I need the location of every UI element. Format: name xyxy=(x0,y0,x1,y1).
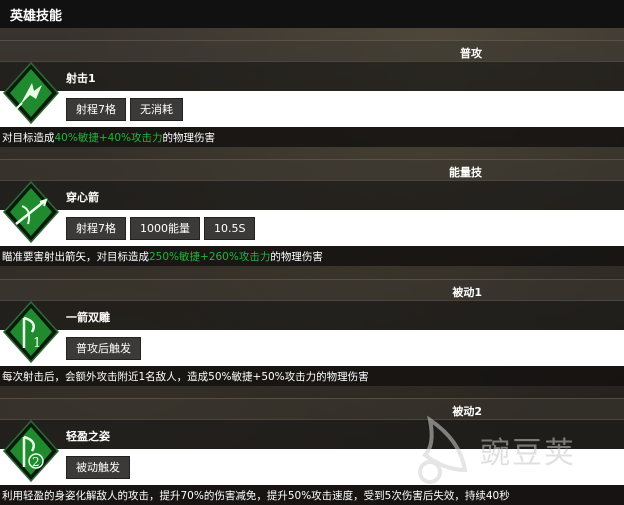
skill-tags-row: 普攻后触发 xyxy=(0,330,624,366)
skill-tags: 被动触发 xyxy=(66,456,130,479)
svg-text:1: 1 xyxy=(33,336,41,351)
skill-tag: 10.5S xyxy=(204,217,256,240)
section-header: 能量技 xyxy=(0,159,624,181)
skill-name-row: 一箭双雕 xyxy=(0,300,624,331)
skill-name: 轻盈之姿 xyxy=(66,430,110,443)
skill-section-passive-1: 被动1 一箭双雕 普攻后触发 每次射击后，会额外攻击附近1名敌人，造成50%敏捷… xyxy=(0,279,624,386)
skill-tags: 射程7格 1000能量 10.5S xyxy=(66,217,256,240)
skill-description: 瞄准要害射出箭矢，对目标造成250%敏捷+260%攻击力的物理伤害 xyxy=(2,251,323,263)
section-header: 普攻 xyxy=(0,40,624,62)
skill-tag: 普攻后触发 xyxy=(66,337,141,360)
skill-tag: 射程7格 xyxy=(66,98,126,121)
skill-name-row: 射击1 xyxy=(0,61,624,92)
section-category: 普攻 xyxy=(460,47,482,60)
skill-tag: 无消耗 xyxy=(130,98,183,121)
piercing-arrow-icon xyxy=(2,180,60,244)
skill-description-row: 每次射击后，会额外攻击附近1名敌人，造成50%敏捷+50%攻击力的物理伤害 xyxy=(0,366,624,386)
skill-description: 利用轻盈的身姿化解敌人的攻击，提升70%的伤害减免，提升50%攻击速度，受到5次… xyxy=(2,490,510,502)
section-category: 被动1 xyxy=(452,286,482,299)
skill-description: 每次射击后，会额外攻击附近1名敌人，造成50%敏捷+50%攻击力的物理伤害 xyxy=(2,371,369,383)
skill-name: 一箭双雕 xyxy=(66,311,110,324)
skill-tag: 被动触发 xyxy=(66,456,130,479)
watermark-text: 豌豆荚 xyxy=(480,436,576,471)
section-category: 能量技 xyxy=(449,166,482,179)
skill-description-row: 对目标造成40%敏捷+40%攻击力的物理伤害 xyxy=(0,127,624,147)
section-header: 被动1 xyxy=(0,279,624,301)
passive-2-icon: 2 xyxy=(2,419,60,483)
skill-tag: 1000能量 xyxy=(130,217,200,240)
skill-description: 对目标造成40%敏捷+40%攻击力的物理伤害 xyxy=(2,132,215,144)
svg-text:2: 2 xyxy=(32,455,40,469)
skill-tag: 射程7格 xyxy=(66,217,126,240)
passive-1-icon: 1 xyxy=(2,300,60,364)
skill-name-row: 穿心箭 xyxy=(0,180,624,211)
skill-tags-row: 射程7格 1000能量 10.5S xyxy=(0,210,624,246)
skill-tags-row: 射程7格 无消耗 xyxy=(0,91,624,127)
watermark: 豌豆荚 xyxy=(410,410,610,490)
header-bar: 英雄技能 xyxy=(0,0,624,28)
skill-section-normal-attack: 普攻 射击1 射程7格 无消耗 对目标造成40%敏捷+40%攻击力的物理伤害 xyxy=(0,40,624,147)
skill-tags: 普攻后触发 xyxy=(66,337,141,360)
skill-section-energy: 能量技 穿心箭 射程7格 1000能量 10.5S 瞄准要害射出箭矢，对目标造成… xyxy=(0,159,624,266)
skill-name: 射击1 xyxy=(66,72,96,85)
skill-tags: 射程7格 无消耗 xyxy=(66,98,183,121)
skill-name: 穿心箭 xyxy=(66,191,99,204)
page-title: 英雄技能 xyxy=(10,9,63,24)
watermark-logo-icon xyxy=(418,415,468,484)
arrow-shot-icon xyxy=(2,61,60,125)
skill-description-row: 瞄准要害射出箭矢，对目标造成250%敏捷+260%攻击力的物理伤害 xyxy=(0,246,624,266)
